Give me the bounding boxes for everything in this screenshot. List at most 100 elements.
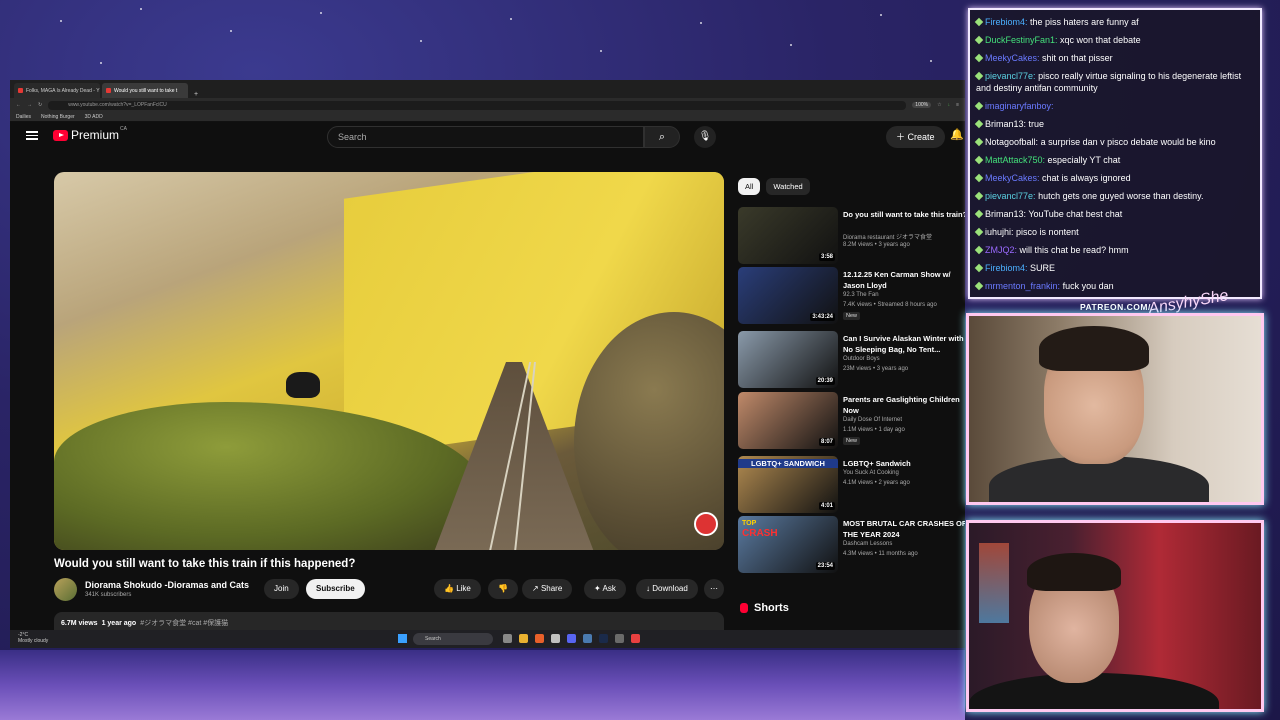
search-icon[interactable]: ⌕ [644,126,680,148]
obs-icon[interactable] [631,634,640,643]
recommended-video-title[interactable]: LGBTQ+ Sandwich [843,458,965,469]
chat-message: pievancl77e: pisco really virtue signali… [974,70,1254,94]
tab-train-video[interactable]: Would you still want to take t [102,83,188,98]
chat-username[interactable]: ZMJQ2: [985,245,1017,255]
weather-widget[interactable]: -2°C Mostly cloudy [18,632,48,644]
chat-username[interactable]: MeekyCakes: [985,53,1040,63]
chat-username[interactable]: Briman13: [985,119,1026,129]
microphone-icon[interactable]: 🎙 [694,126,716,148]
chat-username[interactable]: MeekyCakes: [985,173,1040,183]
chat-username[interactable]: imaginaryfanboy: [985,101,1054,111]
chat-username[interactable]: iuhujhi: [985,227,1014,237]
webcam-guest [966,520,1264,712]
chat-username[interactable]: pievancl77e: [985,71,1036,81]
channel-avatar[interactable] [54,578,77,601]
browser-window: Folks, MAGA Is Already Dead - Y Would yo… [10,80,965,648]
channel-name[interactable]: Diorama Shokudo -Dioramas and Cats [85,580,249,590]
bookmark-3d-add[interactable]: 3D ADD [85,114,103,120]
app-icon[interactable] [583,634,592,643]
join-button[interactable]: Join [264,579,299,599]
chat-username[interactable]: Briman13: [985,209,1026,219]
chip-all[interactable]: All [738,178,761,195]
video-title: Would you still want to take this train … [54,558,356,570]
recommended-video[interactable]: LGBTQ+ SANDWICH 4:01 LGBTQ+ Sandwich You Su… [738,456,965,514]
bookmark-star-icon[interactable]: ☆ [937,102,941,108]
discord-icon[interactable] [567,634,576,643]
more-actions-icon[interactable]: ⋯ [704,579,724,599]
video-thumbnail[interactable]: LGBTQ+ SANDWICH 4:01 [738,456,838,513]
recommended-video-channel[interactable]: Diorama restaurant ジオラマ食堂 [843,232,932,241]
video-thumbnail[interactable]: TOP CRASH 23:54 [738,516,838,573]
video-thumbnail[interactable]: 20:39 [738,331,838,388]
like-button[interactable]: 👍 Like [434,579,481,599]
tab-maga[interactable]: Folks, MAGA Is Already Dead - Y [14,83,100,98]
forward-icon[interactable]: → [27,102,32,108]
file-explorer-icon[interactable] [519,634,528,643]
search-input[interactable]: Search [327,126,644,148]
recommended-video-title[interactable]: Can I Survive Alaskan Winter with No Sle… [843,333,965,355]
recommended-video-title[interactable]: MOST BRUTAL CAR CRASHES OF THE YEAR 2024 [843,518,965,540]
chat-username[interactable]: MattAttack750: [985,155,1045,165]
notifications-bell-icon[interactable]: 🔔 [950,128,964,141]
chat-badge-icon [974,53,984,63]
recommended-video[interactable]: TOP CRASH 23:54 MOST BRUTAL CAR CRASHES OF … [738,516,965,574]
chip-watched[interactable]: Watched [766,178,810,195]
back-icon[interactable]: ← [16,102,21,108]
bookmark-dailies[interactable]: Dailies [16,114,31,120]
description-box[interactable]: 6.7M views 1 year ago #ジオラマ食堂 #cat #保護猫 [54,612,724,632]
subscribe-button[interactable]: Subscribe [306,579,365,599]
chat-username[interactable]: Firebiom4: [985,263,1028,273]
video-thumbnail[interactable]: 3:58 [738,207,838,264]
menu-icon[interactable]: ≡ [956,102,959,108]
chat-message: Firebiom4: the piss haters are funny af [974,16,1254,28]
channel-watermark-icon [694,512,718,536]
recommended-video[interactable]: 8:07 Parents are Gaslighting Children Now… [738,392,965,450]
recommended-video-title[interactable]: 12.12.25 Ken Carman Show w/ Jason Lloyd [843,269,965,291]
chat-username[interactable]: Firebiom4: [985,17,1028,27]
hamburger-menu-icon[interactable] [26,129,38,141]
chat-text: the piss haters are funny af [1030,17,1139,27]
reload-icon[interactable]: ↻ [38,102,42,108]
recommended-video-title[interactable]: Parents are Gaslighting Children Now [843,394,965,416]
video-thumbnail[interactable]: 8:07 [738,392,838,449]
chat-badge-icon [974,209,984,219]
create-button[interactable]: ＋ Create [886,126,945,148]
chat-username[interactable]: mrmenton_frankin: [985,281,1060,291]
video-thumbnail[interactable]: 3:43:24 [738,267,838,324]
task-view-icon[interactable] [503,634,512,643]
download-button[interactable]: ↓ Download [636,579,698,599]
recommended-video-title[interactable]: Do you still want to take this train? [843,209,965,220]
chat-message: Briman13: YouTube chat best chat [974,208,1254,220]
recommended-video[interactable]: 3:58 Do you still want to take this train… [738,207,965,265]
taskbar-search[interactable]: Search [413,633,493,645]
dislike-button[interactable]: 👎 [488,579,518,599]
filter-chips: All Watched [738,178,810,195]
share-button[interactable]: ↗ Share [522,579,573,599]
recommended-video-meta: 8.2M views • 3 years ago [843,242,910,248]
bookmark-nothing-burger[interactable]: Nothing Burger [41,114,75,120]
new-tab-button[interactable]: + [190,91,202,98]
recommended-video[interactable]: 3:43:24 12.12.25 Ken Carman Show w/ Jason… [738,267,965,325]
app-icon[interactable] [551,634,560,643]
steam-icon[interactable] [599,634,608,643]
chat-text: SURE [1030,263,1056,273]
recommended-video-channel[interactable]: Daily Dose Of Internet [843,417,902,423]
recommended-video[interactable]: 20:39 Can I Survive Alaskan Winter with N… [738,331,965,389]
recommended-video-channel[interactable]: You Suck At Cooking [843,470,899,476]
chat-username[interactable]: Notagoofball: [985,137,1038,147]
url-field[interactable]: www.youtube.com/watch?v=_LOPFanFclCU [48,100,907,110]
windows-start-icon[interactable] [398,634,407,643]
app-icon[interactable] [615,634,624,643]
recommended-video-channel[interactable]: 92.3 The Fan [843,292,879,298]
video-player[interactable] [54,172,724,550]
chat-username[interactable]: DuckFestinyFan1: [985,35,1058,45]
zoom-level[interactable]: 100% [912,102,932,108]
shorts-heading[interactable]: Shorts [740,602,789,614]
recommended-video-channel[interactable]: Outdoor Boys [843,356,880,362]
download-icon[interactable]: ↓ [948,102,951,108]
youtube-logo[interactable]: Premium CA [53,126,127,142]
ask-button[interactable]: ✦ Ask [584,579,626,599]
firefox-icon[interactable] [535,634,544,643]
chat-username[interactable]: pievancl77e: [985,191,1036,201]
recommended-video-channel[interactable]: Dashcam Lessons [843,541,892,547]
